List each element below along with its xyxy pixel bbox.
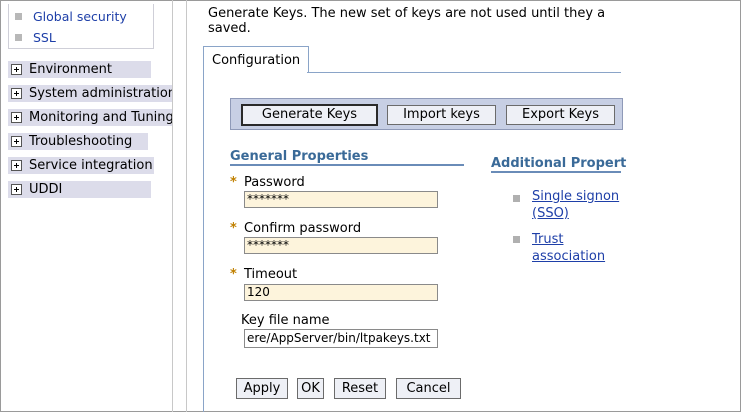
timeout-label: Timeout (244, 267, 298, 282)
link-single-signon[interactable]: Single signon (SSO) (532, 188, 619, 222)
description-line: Generate Keys. The new set of keys are n… (208, 6, 606, 21)
password-label: Password (244, 175, 305, 190)
nav-link-global-security[interactable]: Global security (15, 8, 127, 26)
key-file-name-label: Key file name (241, 313, 330, 328)
tab-baseline (307, 72, 621, 73)
additional-properties-heading: Additional Propert (491, 156, 627, 171)
confirm-password-label: Confirm password (244, 221, 362, 236)
pane-divider (186, 0, 187, 412)
key-actions-toolbar: Generate Keys Import keys Export Keys (230, 98, 623, 130)
security-subtree: Global security SSL (8, 4, 154, 49)
pane-divider (172, 0, 173, 412)
nav-item-uddi[interactable]: UDDI (8, 181, 151, 198)
link-line: Single signon (532, 189, 620, 204)
required-marker: * (230, 175, 237, 190)
nav-item-label: Environment (29, 62, 113, 77)
nav-link-label: SSL (33, 30, 56, 45)
nav-item-troubleshooting[interactable]: Troubleshooting (8, 133, 148, 150)
nav-item-label: Troubleshooting (29, 134, 133, 149)
bullet-icon (513, 236, 520, 243)
required-marker: * (230, 267, 237, 282)
import-keys-button[interactable]: Import keys (387, 105, 496, 125)
heading-underline (491, 171, 621, 173)
key-file-name-field[interactable]: ere/AppServer/bin/ltpakeys.txt (244, 329, 438, 348)
nav-item-label: System administration (29, 86, 172, 101)
password-field[interactable]: ******* (244, 191, 438, 208)
description-line: saved. (208, 21, 251, 36)
nav-link-label: Global security (33, 9, 127, 24)
nav-item-label: UDDI (29, 182, 63, 197)
general-properties-heading: General Properties (230, 149, 369, 164)
generate-keys-button[interactable]: Generate Keys (241, 104, 378, 126)
bullet-icon (15, 13, 22, 20)
expand-plus-icon[interactable] (11, 160, 22, 171)
nav-item-environment[interactable]: Environment (8, 61, 151, 78)
tab-label: Configuration (212, 53, 301, 68)
tab-configuration[interactable]: Configuration (203, 46, 309, 73)
apply-button[interactable]: Apply (236, 378, 288, 399)
description-text: Generate Keys. The new set of keys are n… (208, 6, 628, 36)
expand-plus-icon[interactable] (11, 136, 22, 147)
expand-plus-icon[interactable] (11, 88, 22, 99)
confirm-password-field[interactable]: ******* (244, 237, 438, 254)
nav-item-monitoring-and-tuning[interactable]: Monitoring and Tuning (8, 109, 172, 126)
nav-item-system-administration[interactable]: System administration (8, 85, 172, 102)
nav-item-label: Monitoring and Tuning (29, 110, 172, 125)
reset-button[interactable]: Reset (334, 378, 386, 399)
nav-link-ssl[interactable]: SSL (15, 29, 56, 47)
bullet-icon (15, 34, 22, 41)
required-marker: * (230, 221, 237, 236)
link-trust-association[interactable]: Trust association (532, 231, 605, 265)
export-keys-button[interactable]: Export Keys (506, 105, 615, 125)
timeout-field[interactable]: 120 (244, 284, 438, 301)
cancel-button[interactable]: Cancel (396, 378, 461, 399)
expand-plus-icon[interactable] (11, 184, 22, 195)
link-line: (SSO) (532, 206, 569, 221)
link-line: association (532, 249, 606, 264)
expand-plus-icon[interactable] (11, 112, 22, 123)
expand-plus-icon[interactable] (11, 64, 22, 75)
nav-item-label: Service integration (29, 158, 153, 173)
ok-button[interactable]: OK (297, 378, 324, 399)
panel-border (203, 72, 204, 412)
bullet-icon (513, 195, 520, 202)
heading-underline (230, 164, 464, 166)
nav-item-service-integration[interactable]: Service integration (8, 157, 154, 174)
link-line: Trust (532, 232, 564, 247)
